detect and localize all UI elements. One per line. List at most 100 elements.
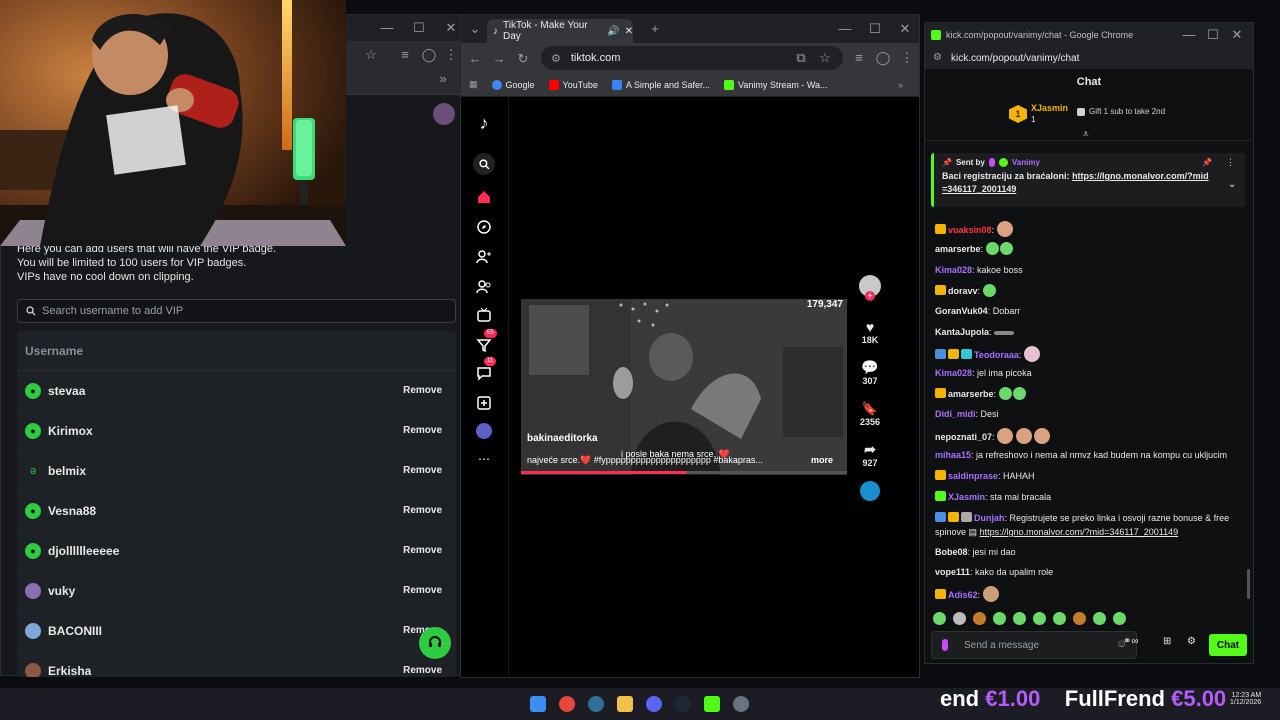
send-chat-button[interactable]: Chat (1209, 634, 1247, 656)
emote-icon[interactable] (933, 611, 946, 625)
tiktok-logo-icon[interactable]: ♪ (474, 113, 494, 133)
chat-username[interactable]: doravv (948, 286, 978, 296)
chat-username[interactable]: mihaa15 (935, 450, 971, 460)
site-info-icon[interactable]: ⚙ (551, 52, 561, 65)
more-options-icon[interactable]: ⋮ (1226, 157, 1235, 168)
live-icon[interactable] (474, 305, 494, 325)
menu-icon[interactable]: ⋮ (893, 50, 921, 66)
tab-search-icon[interactable]: ⌄ (461, 21, 489, 37)
friends-icon[interactable] (474, 277, 494, 297)
remove-button[interactable]: Remove (397, 381, 448, 400)
vip-search-input[interactable]: Search username to add VIP (17, 299, 456, 323)
maximize-icon[interactable]: ☐ (861, 21, 889, 37)
activity-icon[interactable]: 55 (474, 329, 497, 355)
close-icon[interactable]: ✕ (891, 21, 919, 37)
remove-button[interactable]: Remove (397, 541, 448, 560)
close-tab-icon[interactable]: ✕ (625, 26, 633, 37)
chat-username[interactable]: amarserbe (948, 389, 994, 399)
apps-icon[interactable]: ▦ (469, 79, 478, 90)
maximize-icon[interactable]: ☐ (405, 20, 433, 36)
steam-icon[interactable] (588, 696, 604, 712)
more-bookmarks-icon[interactable]: » (429, 71, 457, 86)
kick-address-bar[interactable]: ⚙ kick.com/popout/vanimy/chat (925, 47, 1253, 69)
chat-username[interactable]: GoranVuk04 (935, 306, 988, 316)
chat-username[interactable]: vuaksin08 (948, 225, 992, 235)
system-clock[interactable]: 12:23 AM 1/12/2026 (1230, 692, 1261, 706)
badges-icon[interactable]: ⚭∞ (1123, 636, 1139, 647)
pinned-sender[interactable]: Vanimy (1012, 158, 1040, 167)
remove-button[interactable]: Remove (397, 581, 448, 600)
emote-icon[interactable] (1053, 611, 1066, 625)
save-button[interactable]: 🔖 2356 (855, 401, 885, 427)
bookmark-simple-safer[interactable]: A Simple and Safer... (611, 79, 710, 90)
reload-icon[interactable]: ↻ (509, 51, 537, 67)
share-button[interactable]: ➦ 927 (855, 441, 885, 468)
emote-icon[interactable] (973, 611, 986, 625)
tiktok-video[interactable]: 179,347 bakinaeditorka i posle baka nema… (521, 299, 847, 475)
creator-avatar[interactable]: + (855, 275, 885, 301)
chat-username[interactable]: Didi_midi (935, 409, 976, 419)
chat-username[interactable]: amarserbe (935, 244, 981, 254)
follow-plus-icon[interactable]: + (865, 291, 875, 301)
chat-username[interactable]: nepoznati_07 (935, 432, 992, 442)
chat-username[interactable]: Teodoraaa (974, 350, 1019, 360)
bookmark-youtube[interactable]: YouTube (548, 79, 598, 90)
chat-username[interactable]: vope111 (935, 567, 970, 577)
star-icon[interactable]: ☆ (811, 50, 839, 66)
emote-icon[interactable] (1073, 611, 1086, 625)
video-author[interactable]: bakinaeditorka (527, 433, 598, 444)
steam-icon[interactable] (675, 696, 691, 712)
chat-link[interactable]: https://lgno.monalvor.com/?mid=346117_20… (980, 527, 1179, 537)
emote-icon[interactable] (1113, 611, 1126, 625)
start-icon[interactable] (530, 696, 546, 712)
chrome-icon[interactable] (559, 696, 575, 712)
discord-icon[interactable] (646, 696, 662, 712)
remove-button[interactable]: Remove (397, 501, 448, 520)
emote-icon[interactable] (953, 611, 966, 625)
gifter-name[interactable]: XJasmin (1031, 103, 1068, 113)
new-tab-icon[interactable]: + (641, 21, 669, 36)
chat-username[interactable]: KantaJupola (935, 327, 989, 337)
chat-username[interactable]: XJasmin (948, 492, 985, 502)
bookmark-vanimy[interactable]: Vanimy Stream - Wa... (723, 79, 828, 90)
chat-message-input[interactable]: Send a message ☺ (931, 631, 1137, 659)
emote-icon[interactable] (1093, 611, 1106, 625)
settings-icon[interactable]: ⚙ (1187, 636, 1196, 647)
avatar[interactable] (474, 421, 494, 441)
chat-username[interactable]: Bobe08 (935, 547, 968, 557)
chat-username[interactable]: Dunjah (974, 513, 1005, 523)
emote-icon[interactable] (993, 611, 1006, 625)
explore-icon[interactable] (474, 217, 494, 237)
following-icon[interactable] (474, 247, 494, 267)
tab-tiktok[interactable]: ♪ TikTok - Make Your Day 🔊 ✕ (487, 19, 633, 43)
unpin-icon[interactable]: 📌 (1202, 158, 1212, 167)
gift-icon[interactable]: ⊞ (1163, 636, 1171, 647)
close-icon[interactable]: ✕ (1223, 27, 1251, 43)
minimize-icon[interactable]: — (831, 21, 859, 36)
settings-icon[interactable] (733, 696, 749, 712)
file-explorer-icon[interactable] (617, 696, 633, 712)
minimize-icon[interactable]: — (373, 20, 401, 35)
more-bookmarks-icon[interactable]: » (898, 80, 903, 90)
emote-icon[interactable] (1013, 611, 1026, 625)
collapse-icon[interactable]: ⩡ (1083, 129, 1089, 140)
search-icon[interactable] (473, 153, 495, 175)
chat-scrollbar[interactable] (1247, 569, 1250, 599)
more-button[interactable]: more (811, 455, 833, 465)
like-button[interactable]: ♥ 18K (855, 319, 885, 345)
bookmark-google[interactable]: Google (491, 79, 535, 90)
remove-button[interactable]: Remove (397, 661, 448, 677)
emote-icon[interactable] (1033, 611, 1046, 625)
more-icon[interactable]: ⋯ (474, 449, 494, 469)
remove-button[interactable]: Remove (397, 461, 448, 480)
comment-button[interactable]: 💬 307 (855, 359, 885, 386)
chat-username[interactable]: Kima028 (935, 265, 972, 275)
messages-icon[interactable]: 11 (474, 357, 497, 383)
kick-icon[interactable] (704, 696, 720, 712)
star-icon[interactable]: ☆ (357, 47, 385, 63)
site-info-icon[interactable]: ⚙ (933, 52, 942, 63)
chat-username[interactable]: saldinprase (948, 471, 998, 481)
home-icon[interactable] (474, 187, 494, 207)
remove-button[interactable]: Remove (397, 421, 448, 440)
support-chat-button[interactable] (419, 627, 451, 659)
